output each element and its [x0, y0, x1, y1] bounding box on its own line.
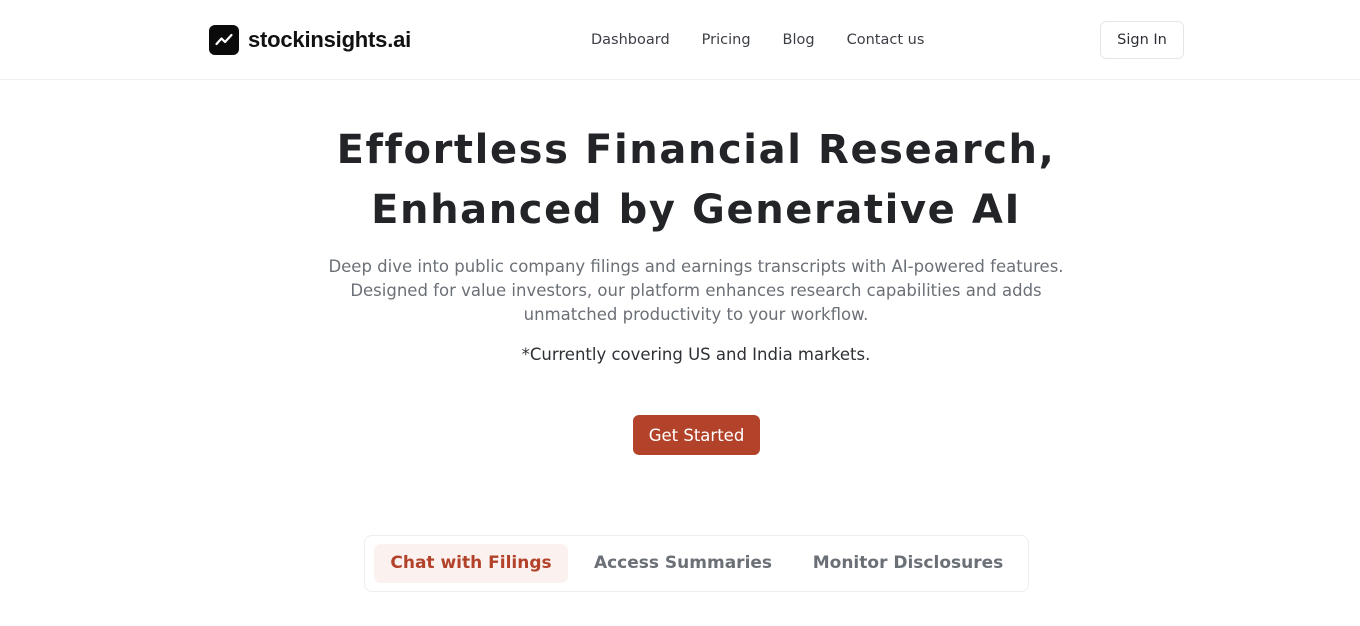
trending-chart-icon: [209, 25, 239, 55]
brand-name: stockinsights.ai: [248, 27, 412, 52]
sign-in-button[interactable]: Sign In: [1100, 21, 1184, 59]
get-started-button[interactable]: Get Started: [633, 415, 760, 455]
hero-description-line-3: unmatched productivity to your workflow.: [523, 305, 869, 324]
tab-access-summaries[interactable]: Access Summaries: [577, 544, 789, 583]
hero-title-line-2: Enhanced by Generative AI: [371, 187, 1021, 233]
main-nav: Dashboard Pricing Blog Contact us: [591, 30, 924, 50]
hero-title-line-1: Effortless Financial Research,: [336, 127, 1056, 173]
hero-description: Deep dive into public company filings an…: [316, 255, 1076, 327]
hero-description-line-2: Designed for value investors, our platfo…: [350, 281, 1042, 300]
nav-item-pricing[interactable]: Pricing: [702, 30, 751, 50]
market-coverage-note: *Currently covering US and India markets…: [521, 345, 871, 364]
brand-logo-link[interactable]: stockinsights.ai: [209, 25, 411, 55]
hero-title: Effortless Financial Research, Enhanced …: [0, 120, 1360, 240]
tab-chat-with-filings[interactable]: Chat with Filings: [374, 544, 568, 583]
tab-monitor-disclosures[interactable]: Monitor Disclosures: [797, 544, 1019, 583]
feature-tabs: Chat with Filings Access Summaries Monit…: [364, 535, 1029, 592]
hero-description-line-1: Deep dive into public company filings an…: [328, 257, 1064, 276]
nav-item-blog[interactable]: Blog: [783, 30, 815, 50]
nav-item-dashboard[interactable]: Dashboard: [591, 30, 670, 50]
site-header: stockinsights.ai Dashboard Pricing Blog …: [0, 0, 1360, 80]
nav-item-contact-us[interactable]: Contact us: [847, 30, 925, 50]
